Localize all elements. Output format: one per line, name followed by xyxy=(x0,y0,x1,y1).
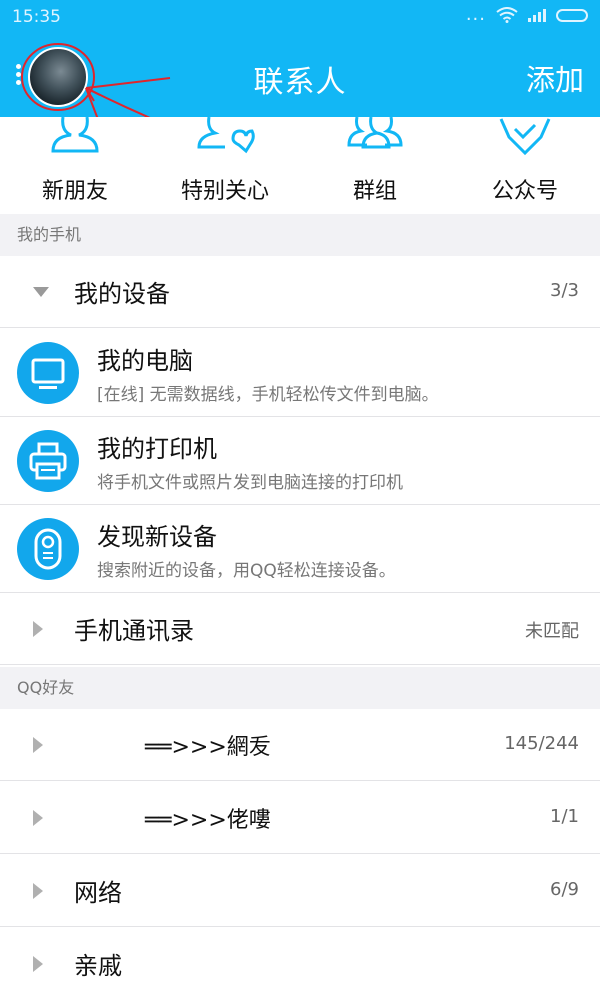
chevron-right-icon xyxy=(33,810,43,826)
group-name: ══>>>網叐 xyxy=(145,735,271,760)
group-count: 3/3 xyxy=(550,280,579,301)
chevron-down-icon xyxy=(33,287,49,297)
section-my-phone: 我的手机 xyxy=(0,214,600,256)
friend-group[interactable]: ══>>>網叐 145/244 xyxy=(0,709,600,781)
chevron-right-icon xyxy=(33,956,43,972)
special-care-icon xyxy=(197,117,255,154)
device-title: 我的打印机 xyxy=(97,435,217,463)
quick-label: 公众号 xyxy=(491,179,558,204)
device-title: 我的电脑 xyxy=(97,347,193,375)
add-button[interactable]: 添加 xyxy=(526,57,584,99)
quick-new-friends[interactable]: 新朋友 xyxy=(0,117,150,213)
groups-icon xyxy=(347,117,403,149)
group-name: 亲戚 xyxy=(74,952,122,980)
friend-group[interactable]: 网络 6/9 xyxy=(0,855,600,927)
friend-group[interactable]: ══>>>佬嘍 1/1 xyxy=(0,782,600,854)
new-device-icon xyxy=(17,518,79,580)
chevron-right-icon xyxy=(33,883,43,899)
app-header: 15:35 ... 联系人 添加 xyxy=(0,0,600,117)
printer-icon xyxy=(17,430,79,492)
quick-official-accounts[interactable]: 公众号 xyxy=(450,117,600,213)
new-friends-icon xyxy=(51,117,99,153)
group-name: 网络 xyxy=(74,879,122,907)
quick-label: 特别关心 xyxy=(180,179,269,204)
device-desc: [在线] 无需数据线，手机轻松传文件到电脑。 xyxy=(97,385,439,405)
wifi-icon xyxy=(496,7,518,23)
group-name: ══>>>佬嘍 xyxy=(145,808,271,833)
friend-group[interactable]: 亲戚 xyxy=(0,928,600,1000)
device-title: 发现新设备 xyxy=(97,523,217,551)
device-my-printer[interactable]: 我的打印机 将手机文件或照片发到电脑连接的打印机 xyxy=(0,417,600,505)
quick-groups[interactable]: 群组 xyxy=(300,117,450,213)
device-discover-new[interactable]: 发现新设备 搜索附近的设备，用QQ轻松连接设备。 xyxy=(0,505,600,593)
group-count: 145/244 xyxy=(504,733,579,754)
quick-actions: 新朋友 特别关心 群组 公众号 xyxy=(0,117,600,213)
computer-icon xyxy=(17,342,79,404)
group-name: 手机通讯录 xyxy=(74,617,194,645)
chevron-right-icon xyxy=(33,737,43,753)
official-accounts-icon xyxy=(499,118,551,156)
quick-label: 群组 xyxy=(352,179,397,204)
group-name: 我的设备 xyxy=(74,280,170,308)
group-phone-contacts[interactable]: 手机通讯录 未匹配 xyxy=(0,593,600,665)
group-my-devices[interactable]: 我的设备 3/3 xyxy=(0,256,600,328)
battery-icon xyxy=(556,8,588,22)
signal-icon xyxy=(528,8,546,22)
group-count: 未匹配 xyxy=(525,621,579,642)
device-desc: 搜索附近的设备，用QQ轻松连接设备。 xyxy=(97,561,396,581)
page-title: 联系人 xyxy=(253,65,347,100)
section-qq-friends: QQ好友 xyxy=(0,667,600,709)
device-my-computer[interactable]: 我的电脑 [在线] 无需数据线，手机轻松传文件到电脑。 xyxy=(0,329,600,417)
status-icons: ... xyxy=(465,4,588,25)
group-count: 6/9 xyxy=(550,879,579,900)
chevron-right-icon xyxy=(33,621,43,637)
notification-dots: ... xyxy=(465,4,486,25)
device-desc: 将手机文件或照片发到电脑连接的打印机 xyxy=(97,473,403,493)
quick-special-care[interactable]: 特别关心 xyxy=(150,117,300,213)
status-bar: 15:35 ... xyxy=(0,0,600,36)
group-count: 1/1 xyxy=(550,806,579,827)
status-time: 15:35 xyxy=(12,7,61,27)
quick-label: 新朋友 xyxy=(41,179,108,204)
